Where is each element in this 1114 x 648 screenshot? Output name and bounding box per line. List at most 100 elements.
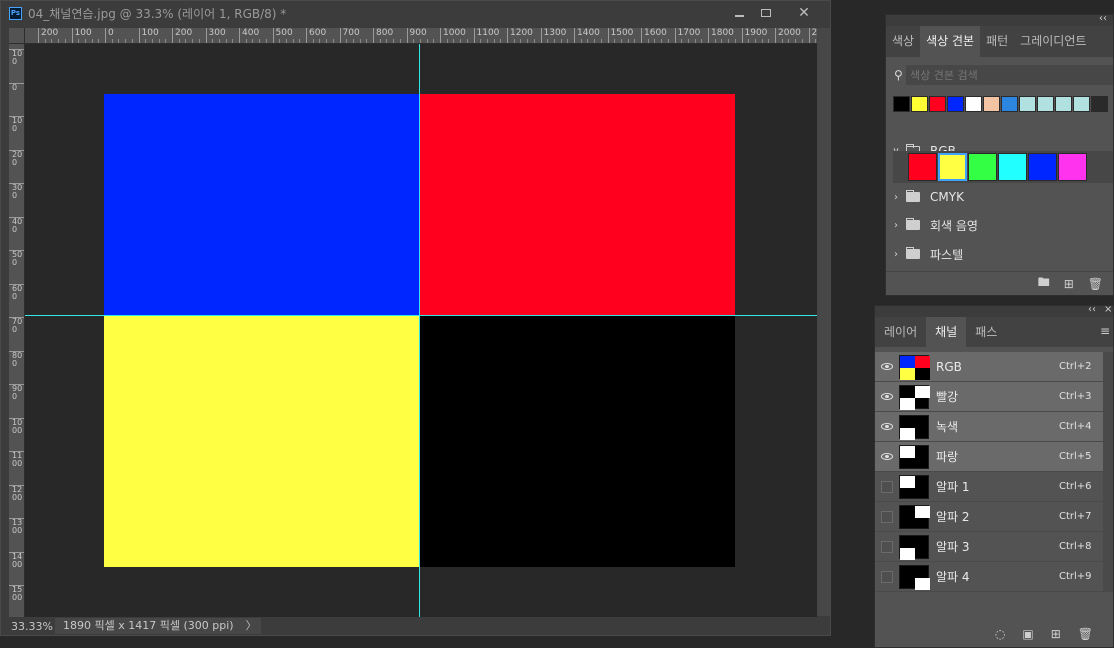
- channel-thumbnail: [899, 474, 929, 499]
- visibility-toggle[interactable]: [875, 423, 899, 430]
- ruler-minor-tick: [145, 39, 147, 43]
- chevron-right-icon[interactable]: ›: [886, 220, 906, 231]
- recent-swatch[interactable]: [911, 96, 928, 112]
- rgb-swatch[interactable]: [968, 153, 997, 181]
- channel-thumbnail: [899, 384, 930, 410]
- save-selection-icon[interactable]: ▣: [1022, 627, 1033, 641]
- ruler-minor-tick: [292, 39, 294, 43]
- channel-row[interactable]: 알파 3 Ctrl+8: [875, 532, 1103, 562]
- ruler-tick-label: 400: [239, 28, 259, 43]
- tab-swatches[interactable]: 색상 견본: [920, 26, 981, 57]
- visibility-toggle[interactable]: [875, 570, 899, 583]
- document-scrollbar[interactable]: [817, 28, 830, 616]
- recent-swatch[interactable]: [893, 96, 910, 112]
- recent-swatch[interactable]: [929, 96, 946, 112]
- tab-paths[interactable]: 패스: [966, 317, 1006, 347]
- zoom-level-field[interactable]: 33.33%: [1, 620, 53, 633]
- ruler-tick-label: 100: [9, 116, 24, 133]
- horizontal-guide[interactable]: [25, 315, 817, 316]
- new-group-icon[interactable]: 🖿: [1038, 273, 1050, 294]
- ruler-origin[interactable]: [9, 28, 25, 44]
- channel-list-scrollbar[interactable]: [1103, 352, 1113, 592]
- rgb-swatch[interactable]: [908, 153, 937, 181]
- vertical-ruler[interactable]: 100 0 100 200 300 400 500 600 700 800 900 1000 1100 1…: [9, 44, 25, 617]
- horizontal-ruler[interactable]: 200 100 0 100 200 300 400 500 600 700 800 900 1000 11…: [25, 28, 817, 44]
- tab-patterns[interactable]: 패턴: [980, 26, 1014, 57]
- recent-swatch[interactable]: [1037, 96, 1054, 112]
- close-panel-icon[interactable]: ×: [1104, 304, 1112, 315]
- status-menu-arrow[interactable]: 〉: [241, 618, 261, 634]
- rgb-swatch[interactable]: [1028, 153, 1057, 181]
- channel-row[interactable]: 빨강 Ctrl+3: [875, 382, 1103, 412]
- panel-menu-icon[interactable]: ≡: [1100, 324, 1110, 338]
- panel-drag-strip[interactable]: ‹‹ ×: [875, 304, 1113, 317]
- tab-channels[interactable]: 채널: [926, 317, 967, 347]
- swatch-group-pastel[interactable]: › 파스텔: [886, 240, 1113, 268]
- channel-row[interactable]: 알파 1 Ctrl+6: [875, 472, 1103, 502]
- trash-icon[interactable]: 🗑: [1078, 627, 1093, 641]
- recent-swatch[interactable]: [1055, 96, 1072, 112]
- ruler-minor-tick: [386, 39, 388, 43]
- channel-row[interactable]: 녹색 Ctrl+4: [875, 412, 1103, 442]
- recent-swatch[interactable]: [1091, 96, 1108, 112]
- minimize-button[interactable]: [727, 4, 751, 22]
- rgb-swatch[interactable]: [938, 153, 967, 181]
- rgb-swatch[interactable]: [1058, 153, 1087, 181]
- ruler-minor-tick: [118, 39, 120, 43]
- rgb-swatch[interactable]: [998, 153, 1027, 181]
- canvas-quadrant-top-left: [104, 94, 419, 315]
- swatch-group-cmyk[interactable]: › CMYK: [886, 183, 1113, 211]
- chevron-right-icon[interactable]: ›: [886, 249, 906, 260]
- recent-swatch[interactable]: [947, 96, 964, 112]
- channel-row[interactable]: RGB Ctrl+2: [875, 352, 1103, 382]
- close-button[interactable]: ✕: [782, 4, 826, 22]
- channel-name: 알파 4: [936, 570, 970, 584]
- recent-swatch[interactable]: [965, 96, 982, 112]
- channels-panel-tabs: 레이어 채널 패스: [875, 317, 1113, 347]
- ruler-minor-tick: [111, 39, 113, 43]
- rgb-group-swatches: [893, 151, 1113, 183]
- ruler-minor-tick: [352, 39, 354, 43]
- visibility-toggle[interactable]: [875, 393, 899, 400]
- recent-swatch[interactable]: [1073, 96, 1090, 112]
- visibility-toggle[interactable]: [875, 480, 899, 493]
- channel-row[interactable]: 알파 2 Ctrl+7: [875, 502, 1103, 532]
- channel-row[interactable]: 파랑 Ctrl+5: [875, 442, 1103, 472]
- recent-swatch[interactable]: [983, 96, 1000, 112]
- recent-swatch[interactable]: [1019, 96, 1036, 112]
- channel-row[interactable]: 알파 4 Ctrl+9: [875, 562, 1103, 592]
- channel-shortcut: Ctrl+2: [1059, 361, 1092, 372]
- new-channel-icon[interactable]: ⊞: [1051, 627, 1061, 641]
- tab-color[interactable]: 색상: [886, 26, 920, 57]
- ruler-minor-tick: [587, 39, 589, 43]
- maximize-button[interactable]: [753, 4, 779, 22]
- swatch-search-input[interactable]: [906, 65, 1113, 85]
- chevron-right-icon[interactable]: ›: [886, 192, 906, 203]
- new-swatch-icon[interactable]: ⊞: [1064, 277, 1074, 291]
- vertical-guide[interactable]: [419, 44, 420, 617]
- visibility-toggle[interactable]: [875, 453, 899, 460]
- collapse-panel-icon[interactable]: ‹‹: [1088, 304, 1096, 315]
- visibility-toggle[interactable]: [875, 510, 899, 523]
- panel-drag-strip[interactable]: ‹‹: [886, 13, 1113, 26]
- ruler-tick-label: 100: [9, 49, 24, 66]
- collapse-panel-icon[interactable]: ‹‹: [1099, 13, 1107, 24]
- tab-gradients[interactable]: 그레이디언트: [1014, 26, 1092, 57]
- channel-shortcut: Ctrl+7: [1059, 511, 1092, 522]
- ruler-minor-tick: [560, 39, 562, 43]
- visibility-toggle[interactable]: [875, 363, 899, 370]
- ruler-minor-tick: [728, 39, 730, 43]
- ruler-minor-tick: [527, 39, 529, 43]
- folder-icon: [906, 247, 920, 259]
- swatch-group-grayscale[interactable]: › 회색 음영: [886, 211, 1113, 239]
- recent-swatch[interactable]: [1001, 96, 1018, 112]
- canvas-area[interactable]: [25, 44, 817, 617]
- ruler-minor-tick: [259, 39, 261, 43]
- ruler-minor-tick: [192, 39, 194, 43]
- tab-layers[interactable]: 레이어: [875, 317, 926, 347]
- visibility-toggle[interactable]: [875, 540, 899, 553]
- channels-panel-footer: ◌ ▣ ⊞ 🗑: [875, 622, 1113, 646]
- trash-icon[interactable]: 🗑: [1088, 277, 1103, 291]
- document-title-bar[interactable]: Ps 04_채널연습.jpg @ 33.3% (레이어 1, RGB/8) * …: [1, 1, 830, 26]
- load-selection-icon[interactable]: ◌: [995, 627, 1005, 641]
